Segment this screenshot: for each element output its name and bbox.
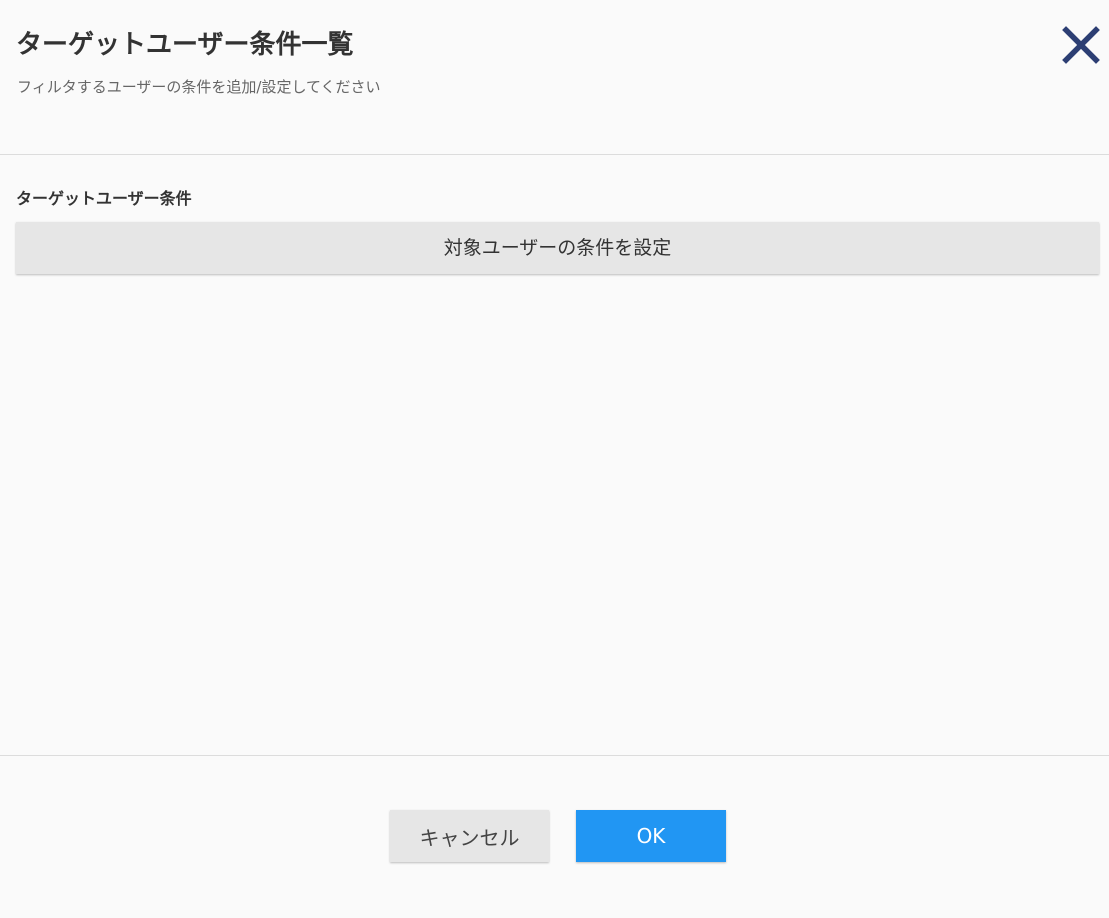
dialog-subtitle: フィルタするユーザーの条件を追加/設定してください <box>17 78 381 96</box>
section-label: ターゲットユーザー条件 <box>16 189 192 208</box>
footer-divider <box>0 755 1109 756</box>
dialog-header: ターゲットユーザー条件一覧 フィルタするユーザーの条件を追加/設定してください <box>0 0 1109 155</box>
close-icon <box>1062 26 1100 64</box>
ok-button[interactable]: OK <box>576 810 726 862</box>
set-target-condition-button[interactable]: 対象ユーザーの条件を設定 <box>16 222 1099 274</box>
target-user-conditions-dialog: ターゲットユーザー条件一覧 フィルタするユーザーの条件を追加/設定してください … <box>0 0 1109 918</box>
dialog-title: ターゲットユーザー条件一覧 <box>16 30 354 60</box>
close-button[interactable] <box>1058 22 1104 68</box>
cancel-button[interactable]: キャンセル <box>390 810 549 862</box>
